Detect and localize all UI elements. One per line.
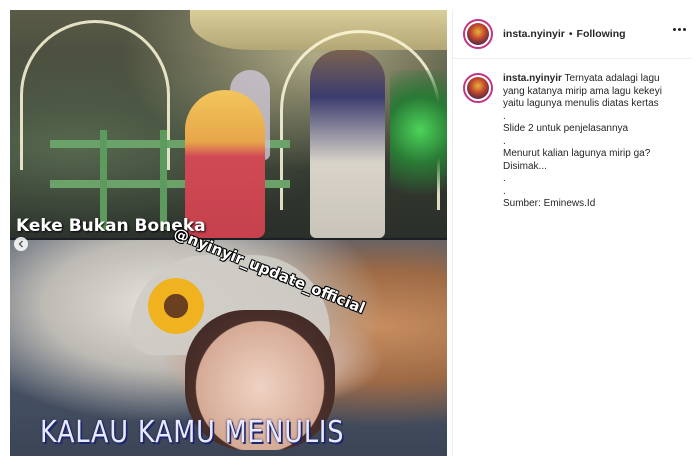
railing-post [160, 130, 167, 230]
post-header: insta.nyinyir • Following [453, 10, 692, 59]
chevron-left-icon [18, 240, 23, 248]
caption-line: Disimak... [503, 160, 547, 172]
more-options-icon[interactable] [673, 28, 686, 31]
karaoke-lyrics: KALAU KAMU MENULIS [40, 415, 345, 450]
caption-avatar[interactable] [463, 73, 493, 103]
header-username[interactable]: insta.nyinyir [503, 28, 565, 40]
caption-text: insta.nyinyir Ternyata adalagi lagu yang… [503, 73, 682, 211]
header-separator: • [568, 28, 573, 40]
caption-line: . [503, 135, 506, 147]
caption-line: yaitu lagunya menulis diatas kertas [503, 98, 659, 109]
caption-line: Sumber: Eminews.Id [503, 198, 596, 209]
caption-line: Slide 2 untuk penjelasannya [503, 123, 629, 134]
green-lights [390, 70, 447, 220]
carousel-prev-button[interactable] [14, 237, 28, 251]
caption-line: Ternyata adalagi lagu [564, 73, 660, 84]
avatar[interactable] [463, 19, 493, 49]
caption-line: yang katanya mirip ama lagu kekeyi [503, 85, 662, 97]
caption-username[interactable]: insta.nyinyir [503, 73, 562, 84]
avatar-image [467, 23, 489, 45]
sunflower [148, 278, 204, 334]
caption-line: Menurut kalian lagunya mirip ga? [503, 148, 651, 159]
caption-line: . [503, 110, 506, 122]
post-side-panel: insta.nyinyir • Following insta.nyinyir … [452, 10, 692, 456]
person-man [310, 50, 385, 238]
video-frame-top: Keke Bukan Boneka [10, 10, 447, 238]
post-caption: insta.nyinyir Ternyata adalagi lagu yang… [453, 59, 692, 211]
railing-post [100, 130, 107, 230]
caption-line: . [503, 173, 506, 184]
avatar-image [467, 77, 489, 99]
caption-line: . [503, 185, 506, 197]
post-media[interactable]: Keke Bukan Boneka KALAU KAMU MENULIS @ny… [10, 10, 447, 456]
following-button[interactable]: Following [577, 28, 626, 40]
